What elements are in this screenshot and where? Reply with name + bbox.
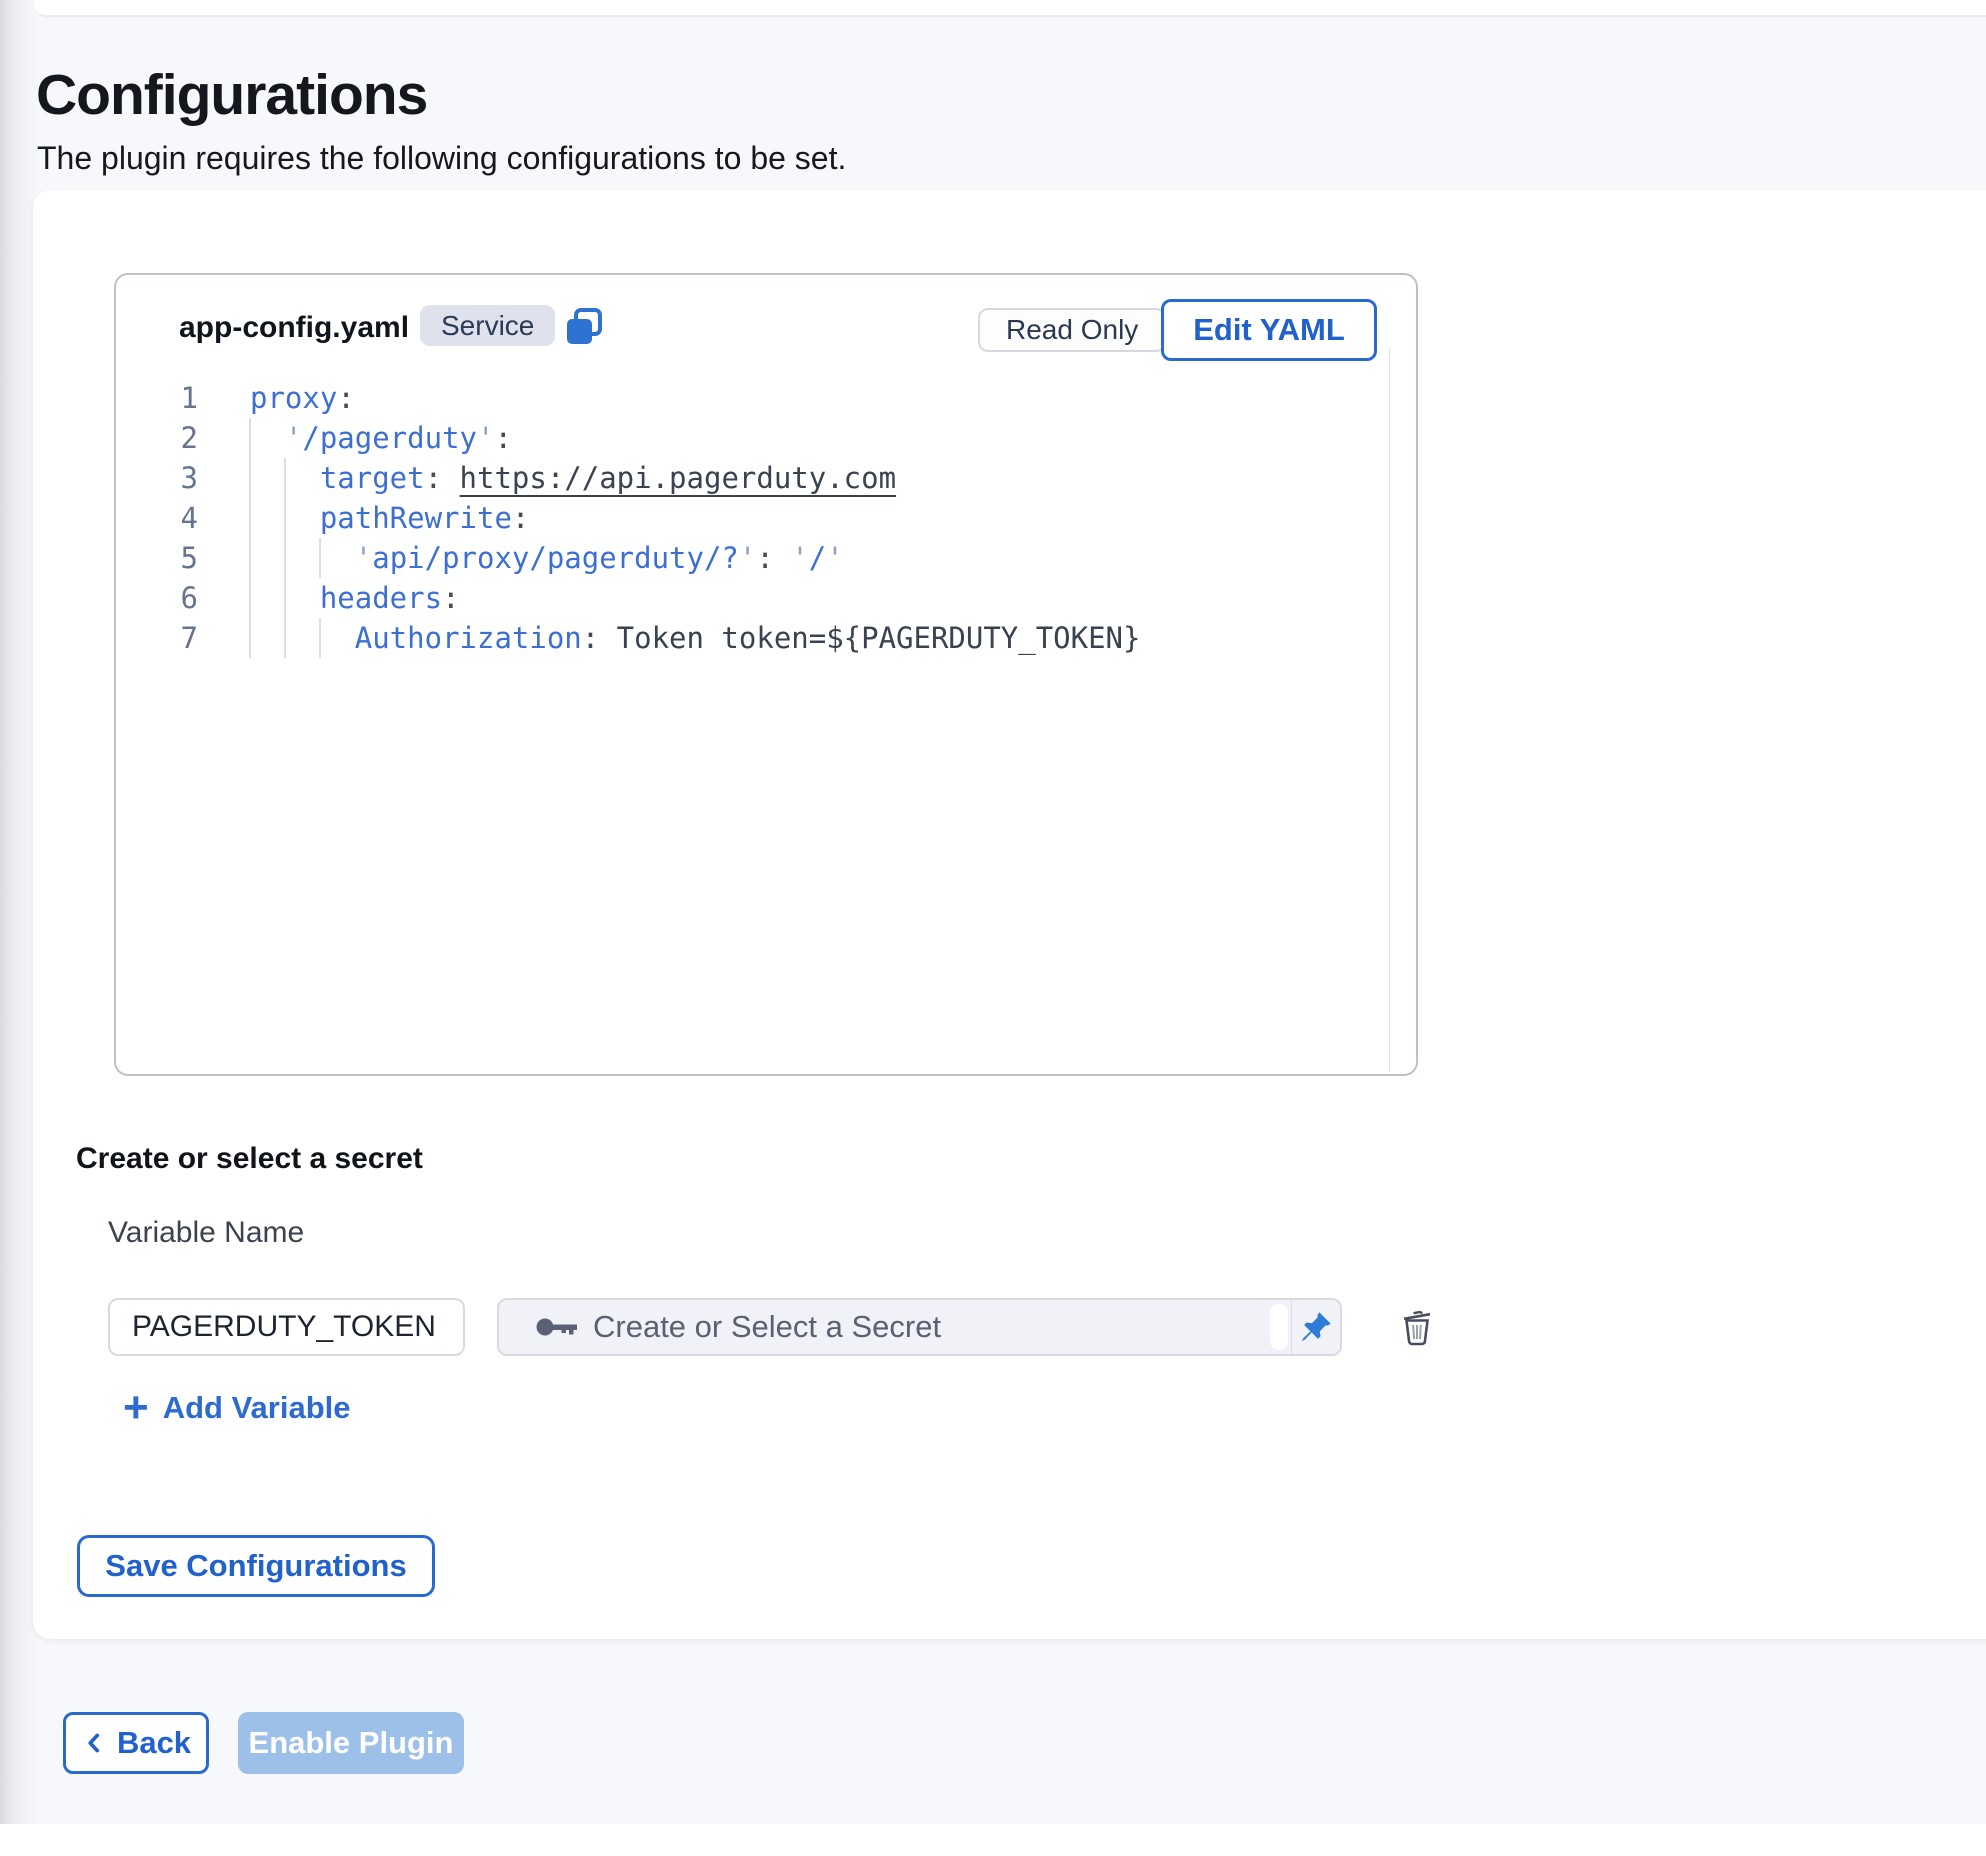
- pin-icon[interactable]: [1292, 1300, 1340, 1354]
- yaml-code-block[interactable]: 1proxy:2 '/pagerduty':3 target: https://…: [116, 378, 1412, 658]
- back-button-label: Back: [117, 1725, 191, 1761]
- code-text: '/pagerduty':: [198, 418, 512, 458]
- code-text: proxy:: [198, 378, 355, 418]
- plugin-configuration-page: Configurations The plugin requires the f…: [0, 0, 1986, 1856]
- code-line: 6 headers:: [116, 578, 1412, 618]
- select-scroll-thumb: [1270, 1304, 1288, 1350]
- config-filename: app-config.yaml: [179, 311, 409, 345]
- configurations-card: app-config.yaml Service Read Only Edit Y…: [33, 190, 1986, 1639]
- indent-guide: [249, 418, 251, 658]
- indent-guide: [284, 458, 286, 658]
- line-number: 6: [116, 578, 198, 618]
- chevron-left-icon: [81, 1728, 107, 1758]
- variable-name-input[interactable]: PAGERDUTY_TOKEN: [108, 1298, 465, 1356]
- page-title: Configurations: [36, 62, 427, 128]
- code-line: 5 'api/proxy/pagerduty/?': '/': [116, 538, 1412, 578]
- code-line: 3 target: https://api.pagerduty.com: [116, 458, 1412, 498]
- line-number: 2: [116, 418, 198, 458]
- enable-plugin-button-disabled[interactable]: Enable Plugin: [238, 1712, 464, 1774]
- code-line: 1proxy:: [116, 378, 1412, 418]
- secret-select-placeholder: Create or Select a Secret: [593, 1300, 941, 1354]
- editor-scrollbar-track[interactable]: [1389, 347, 1390, 1072]
- back-button[interactable]: Back: [63, 1712, 209, 1774]
- yaml-editor-card: app-config.yaml Service Read Only Edit Y…: [114, 273, 1418, 1076]
- variable-name-value: PAGERDUTY_TOKEN: [132, 1310, 436, 1344]
- add-variable-label: Add Variable: [163, 1390, 351, 1426]
- service-badge: Service: [420, 305, 555, 346]
- copy-icon[interactable]: [563, 306, 605, 348]
- code-text: 'api/proxy/pagerduty/?': '/': [198, 538, 844, 578]
- code-line: 4 pathRewrite:: [116, 498, 1412, 538]
- save-configurations-button[interactable]: Save Configurations: [77, 1535, 435, 1597]
- line-number: 5: [116, 538, 198, 578]
- code-line: 7 Authorization: Token token=${PAGERDUTY…: [116, 618, 1412, 658]
- page-subtitle: The plugin requires the following config…: [37, 140, 846, 177]
- delete-variable-icon[interactable]: [1395, 1304, 1439, 1350]
- previous-card-edge: [34, 0, 1986, 17]
- page-bottom-area: [0, 1824, 1986, 1856]
- code-text: target: https://api.pagerduty.com: [198, 458, 896, 498]
- edit-yaml-button[interactable]: Edit YAML: [1161, 299, 1377, 361]
- add-variable-button[interactable]: + Add Variable: [123, 1388, 351, 1428]
- read-only-badge: Read Only: [978, 308, 1166, 352]
- code-text: pathRewrite:: [198, 498, 529, 538]
- line-number: 3: [116, 458, 198, 498]
- plus-icon: +: [123, 1388, 149, 1428]
- key-icon: [535, 1311, 579, 1343]
- code-text: headers:: [198, 578, 460, 618]
- secret-section-heading: Create or select a secret: [76, 1142, 423, 1176]
- indent-guide: [319, 538, 321, 578]
- line-number: 1: [116, 378, 198, 418]
- code-text: Authorization: Token token=${PAGERDUTY_T…: [198, 618, 1140, 658]
- variable-name-label: Variable Name: [108, 1216, 304, 1250]
- indent-guide: [319, 618, 321, 658]
- code-line: 2 '/pagerduty':: [116, 418, 1412, 458]
- secret-select[interactable]: Create or Select a Secret: [497, 1298, 1342, 1356]
- line-number: 4: [116, 498, 198, 538]
- line-number: 7: [116, 618, 198, 658]
